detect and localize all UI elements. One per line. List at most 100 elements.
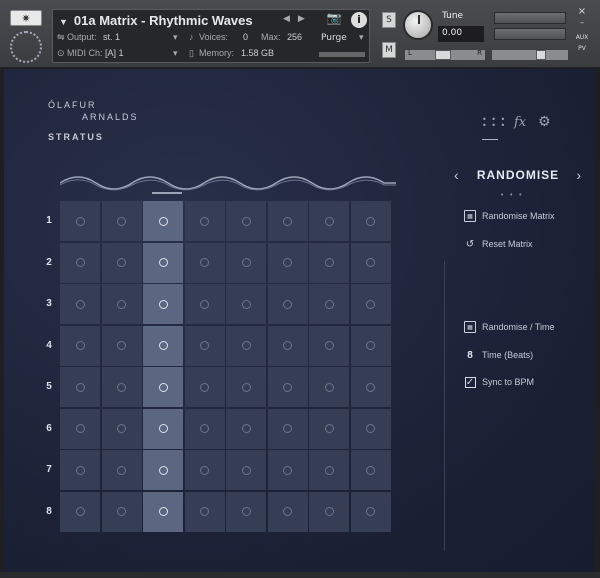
- matrix-cell[interactable]: [143, 450, 183, 490]
- randomise-matrix-button[interactable]: ▦ Randomise Matrix: [464, 208, 555, 224]
- matrix-cell[interactable]: [350, 325, 391, 366]
- randomise-time-button[interactable]: ▦ Randomise / Time: [464, 319, 555, 335]
- matrix-cell[interactable]: [184, 367, 225, 407]
- pv-button[interactable]: PV: [573, 43, 591, 54]
- matrix-cell[interactable]: [226, 450, 266, 490]
- midi-dropdown-icon[interactable]: ▾: [173, 48, 178, 59]
- preset-arrows[interactable]: ◀▶: [283, 14, 313, 24]
- matrix-cell[interactable]: [226, 284, 266, 324]
- matrix-cell[interactable]: [350, 284, 391, 324]
- dropdown-triangle-icon[interactable]: ▼: [59, 17, 68, 27]
- matrix-cell[interactable]: [309, 450, 349, 490]
- matrix-cell[interactable]: [184, 491, 225, 532]
- matrix-cell[interactable]: [184, 408, 225, 449]
- matrix-cell[interactable]: [350, 491, 391, 532]
- midi-value[interactable]: [A] 1: [105, 48, 124, 58]
- matrix-cell[interactable]: [184, 201, 225, 241]
- checkbox-checked-icon[interactable]: ✓: [464, 376, 476, 388]
- output-value[interactable]: st. 1: [103, 32, 120, 42]
- reset-matrix-button[interactable]: ↺ Reset Matrix: [464, 236, 533, 252]
- time-value[interactable]: 8: [464, 349, 476, 361]
- matrix-cell[interactable]: [226, 491, 266, 532]
- matrix-cell[interactable]: [184, 242, 225, 283]
- matrix-cell[interactable]: [143, 325, 183, 366]
- matrix-cell[interactable]: [143, 408, 183, 449]
- matrix-cell[interactable]: [309, 408, 349, 449]
- volume-slider-thumb[interactable]: [536, 50, 546, 60]
- matrix-cell[interactable]: [60, 284, 100, 324]
- matrix-cell[interactable]: [101, 450, 142, 490]
- matrix-cell[interactable]: [309, 201, 349, 241]
- matrix-cell[interactable]: [60, 367, 100, 407]
- tune-value[interactable]: 0.00: [438, 26, 484, 42]
- max-value[interactable]: 256: [287, 32, 302, 42]
- matrix-cell[interactable]: [267, 408, 308, 449]
- sync-to-bpm-toggle[interactable]: ✓ Sync to BPM: [464, 374, 534, 390]
- matrix-cell[interactable]: [226, 408, 266, 449]
- matrix-cell[interactable]: [101, 201, 142, 241]
- matrix-cell[interactable]: [350, 408, 391, 449]
- matrix-cell[interactable]: [143, 284, 183, 324]
- matrix-cell[interactable]: [267, 284, 308, 324]
- matrix-cell[interactable]: [184, 325, 225, 366]
- matrix-cell[interactable]: [143, 367, 183, 407]
- aux-button[interactable]: AUX: [573, 32, 591, 43]
- matrix-cell[interactable]: [60, 201, 100, 241]
- matrix-cell[interactable]: [267, 325, 308, 366]
- matrix-cell[interactable]: [60, 408, 100, 449]
- mute-button[interactable]: M: [382, 42, 396, 58]
- matrix-cell[interactable]: [60, 242, 100, 283]
- matrix-cell[interactable]: [143, 201, 183, 241]
- purge-button[interactable]: Purge ▾: [317, 30, 369, 46]
- tune-knob[interactable]: [403, 10, 433, 40]
- close-icon[interactable]: ×: [573, 6, 591, 17]
- instrument-name[interactable]: ▼ 01a Matrix - Rhythmic Waves: [59, 13, 253, 28]
- matrix-cell[interactable]: [101, 367, 142, 407]
- matrix-cell[interactable]: [350, 367, 391, 407]
- camera-icon[interactable]: 📷: [321, 11, 347, 29]
- matrix-cell[interactable]: [267, 367, 308, 407]
- time-beats-field[interactable]: 8 Time (Beats): [464, 347, 533, 363]
- prev-arrow-icon[interactable]: ‹: [454, 167, 460, 183]
- pan-slider-thumb[interactable]: [435, 50, 451, 60]
- dots-grid-icon[interactable]: • • • • • •: [482, 116, 506, 130]
- matrix-cell[interactable]: [60, 450, 100, 490]
- pan-slider[interactable]: L R: [405, 49, 485, 60]
- matrix-cell[interactable]: [226, 242, 266, 283]
- matrix-cell[interactable]: [226, 367, 266, 407]
- matrix-cell[interactable]: [101, 408, 142, 449]
- matrix-cell[interactable]: [309, 284, 349, 324]
- matrix-cell[interactable]: [350, 201, 391, 241]
- output-dropdown-icon[interactable]: ▾: [173, 32, 178, 43]
- matrix-cell[interactable]: [226, 325, 266, 366]
- matrix-cell[interactable]: [60, 491, 100, 532]
- matrix-cell[interactable]: [267, 491, 308, 532]
- matrix-cell[interactable]: [350, 450, 391, 490]
- matrix-cell[interactable]: [184, 284, 225, 324]
- solo-button[interactable]: S: [382, 12, 396, 28]
- matrix-cell[interactable]: [101, 242, 142, 283]
- settings-icon[interactable]: ✷: [10, 10, 42, 26]
- matrix-cell[interactable]: [267, 201, 308, 241]
- matrix-cell[interactable]: [101, 284, 142, 324]
- matrix-cell[interactable]: [60, 325, 100, 366]
- purge-dropdown-icon[interactable]: ▾: [359, 30, 364, 46]
- matrix-cell[interactable]: [350, 242, 391, 283]
- matrix-cell[interactable]: [101, 325, 142, 366]
- fx-icon[interactable]: fx: [514, 115, 526, 130]
- matrix-cell[interactable]: [143, 491, 183, 532]
- matrix-cell[interactable]: [184, 450, 225, 490]
- matrix-cell[interactable]: [101, 491, 142, 532]
- matrix-cell[interactable]: [309, 325, 349, 366]
- matrix-cell[interactable]: [309, 242, 349, 283]
- volume-slider[interactable]: [492, 50, 568, 60]
- matrix-cell[interactable]: [309, 367, 349, 407]
- matrix-cell[interactable]: [226, 201, 266, 241]
- info-icon[interactable]: i: [351, 12, 367, 28]
- matrix-cell[interactable]: [267, 450, 308, 490]
- matrix-cell[interactable]: [267, 242, 308, 283]
- matrix-cell[interactable]: [143, 242, 183, 283]
- next-arrow-icon[interactable]: ›: [576, 167, 582, 183]
- gear-icon[interactable]: ⚙: [538, 114, 551, 130]
- matrix-cell[interactable]: [309, 491, 349, 532]
